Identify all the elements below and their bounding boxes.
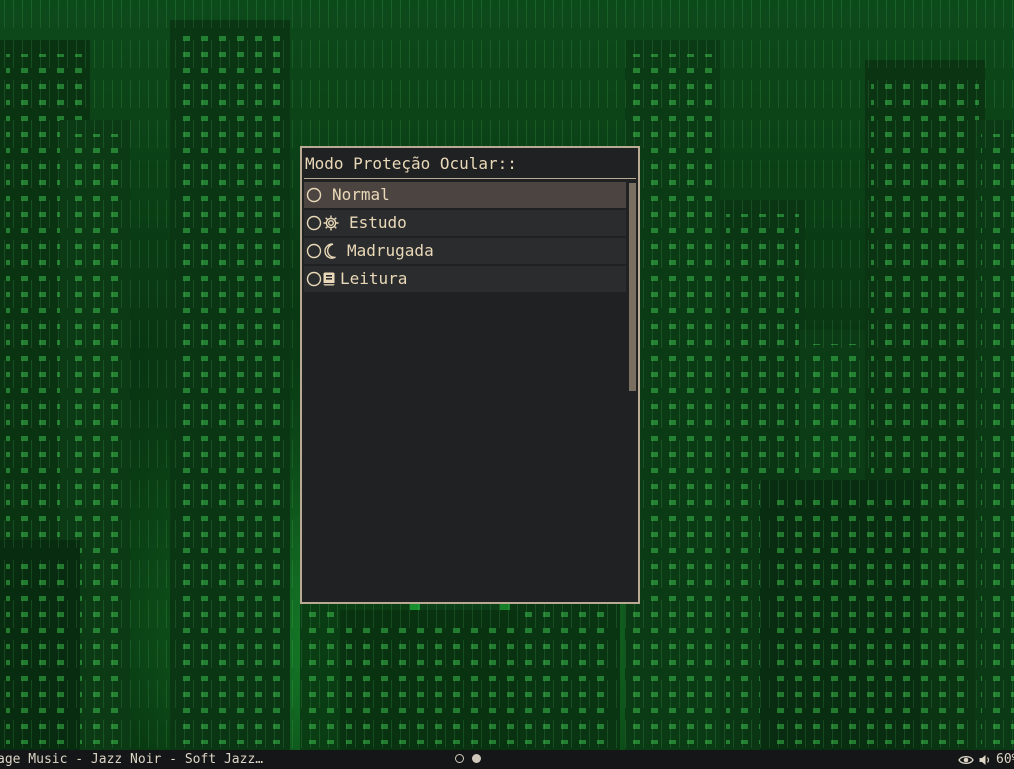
circle-icon xyxy=(306,271,322,287)
eye-icon[interactable] xyxy=(958,753,974,767)
menu-item-estudo[interactable]: Estudo xyxy=(304,210,626,236)
system-tray: 60% xyxy=(958,750,1014,769)
volume-value: 60% xyxy=(996,752,1014,767)
circle-icon xyxy=(306,215,322,231)
menu-item-label: Normal xyxy=(332,185,390,204)
circle-icon xyxy=(306,187,322,203)
menu-item-label: Madrugada xyxy=(347,241,434,260)
menu-divider xyxy=(304,178,636,179)
menu-list: Normal Estudo Madrugada Leitura xyxy=(304,182,626,294)
menu-item-label: Leitura xyxy=(340,269,408,288)
menu-item-normal[interactable]: Normal xyxy=(304,182,626,208)
eye-protection-menu: Modo Proteção Ocular:: Normal Estudo Mad… xyxy=(300,146,640,604)
media-title[interactable]: age Music - Jazz Noir - Soft Jazz… xyxy=(0,750,263,769)
taskbar: age Music - Jazz Noir - Soft Jazz… 60% xyxy=(0,750,1014,769)
workspace-indicators xyxy=(455,754,481,763)
menu-item-leitura[interactable]: Leitura xyxy=(304,266,626,292)
menu-item-label: Estudo xyxy=(349,213,407,232)
workspace-1-dot[interactable] xyxy=(455,754,464,763)
desktop: Modo Proteção Ocular:: Normal Estudo Mad… xyxy=(0,0,1014,769)
moon-icon xyxy=(322,242,338,260)
gear-icon xyxy=(322,214,340,232)
volume-icon[interactable] xyxy=(978,753,992,767)
menu-item-madrugada[interactable]: Madrugada xyxy=(304,238,626,264)
workspace-2-dot[interactable] xyxy=(472,754,481,763)
menu-title: Modo Proteção Ocular:: xyxy=(305,154,517,173)
circle-icon xyxy=(306,243,322,259)
book-icon xyxy=(322,271,336,287)
menu-scrollbar[interactable] xyxy=(629,183,636,391)
